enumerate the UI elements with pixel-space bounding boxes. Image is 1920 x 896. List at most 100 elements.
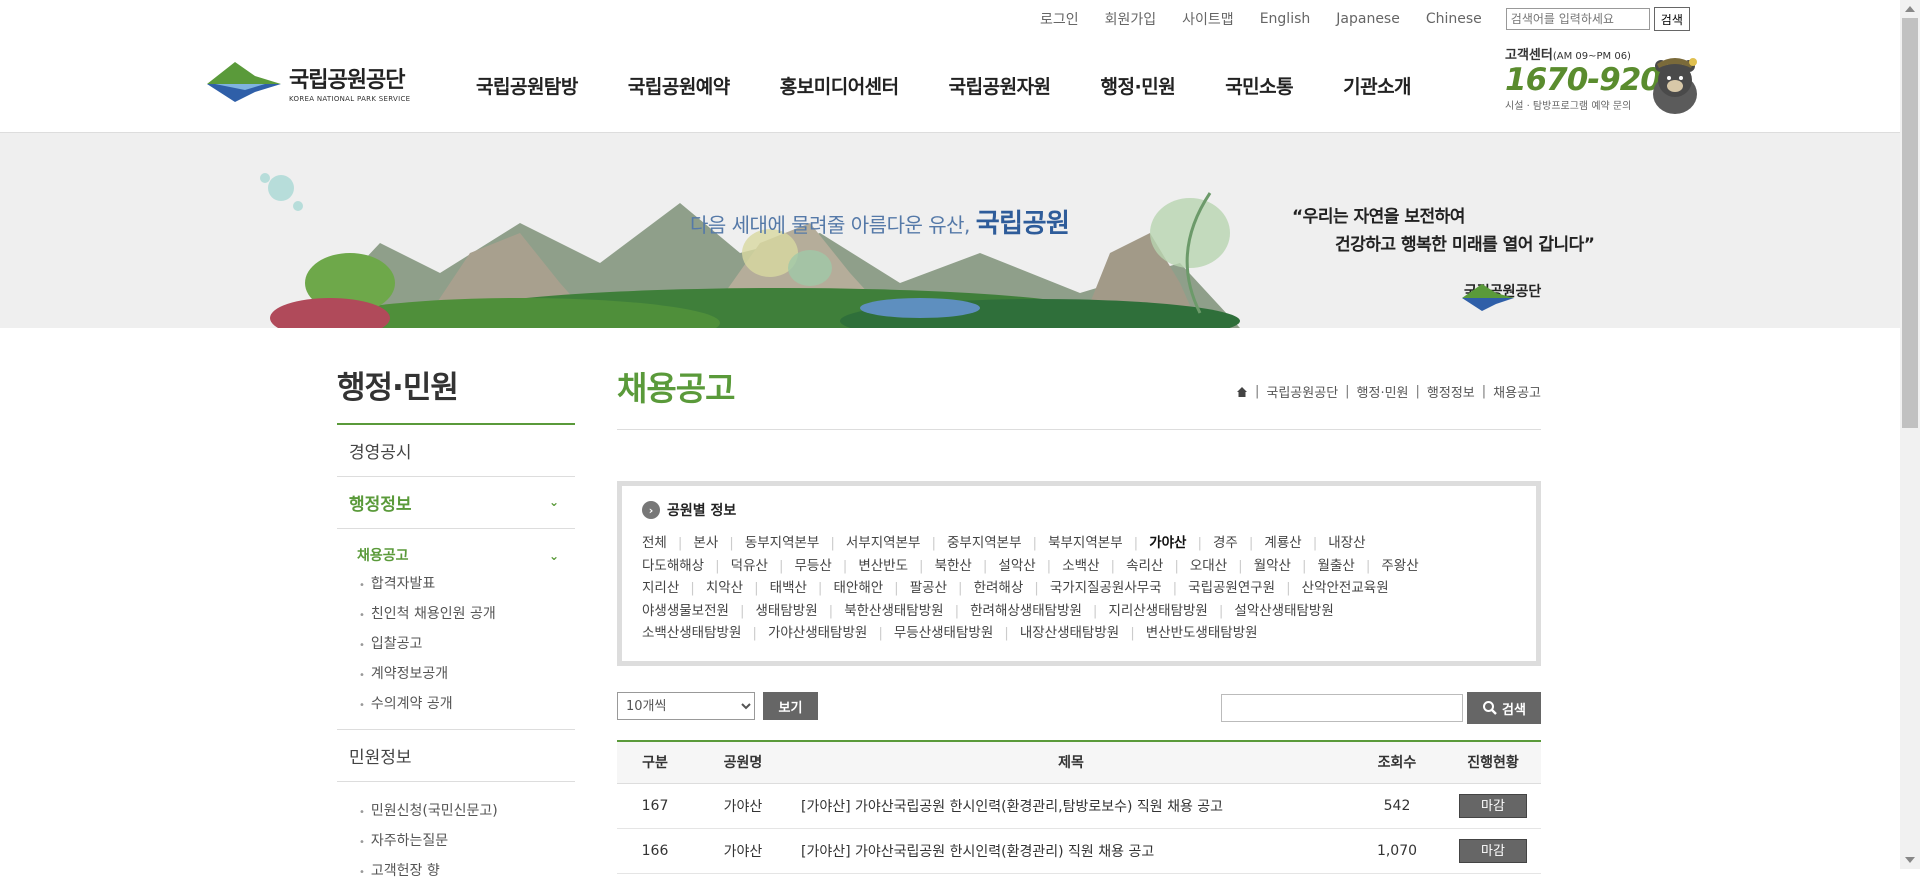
nav-park-visit[interactable]: 국립공원탐방 (476, 72, 578, 99)
home-icon[interactable] (1236, 386, 1248, 398)
park-filter-link[interactable]: 팔공산 (910, 577, 947, 600)
park-filter-link[interactable]: 치악산 (706, 577, 743, 600)
signup-link[interactable]: 회원가입 (1105, 9, 1157, 29)
sidebar-item-disclosure[interactable]: 경영공시 (337, 425, 575, 477)
breadcrumb-item[interactable]: 채용공고 (1493, 382, 1541, 401)
global-search-input[interactable] (1505, 8, 1650, 30)
page-scrollbar[interactable] (1900, 0, 1920, 869)
sidebar-item-civil[interactable]: 민원정보 (337, 730, 575, 782)
sidebar-sub-recruit[interactable]: 채용공고 ⌄ (357, 543, 575, 569)
row-title-link[interactable]: [가야산] 가야산국립공원 한시인력(환경관리) 직원 채용 공고 (793, 828, 1349, 874)
park-filter-link[interactable]: 덕유산 (731, 555, 768, 578)
park-filter-link[interactable]: 북한산생태탐방원 (844, 600, 943, 623)
park-filter-link[interactable]: 태안해안 (833, 577, 883, 600)
nav-park-reservation[interactable]: 국립공원예약 (628, 72, 730, 99)
park-filter-link[interactable]: 속리산 (1126, 555, 1163, 578)
page-size-select[interactable]: 10개씩 (617, 692, 755, 720)
park-filter-link[interactable]: 오대산 (1190, 555, 1227, 578)
park-filter-link[interactable]: 계룡산 (1264, 532, 1301, 555)
login-link[interactable]: 로그인 (1040, 9, 1079, 29)
park-filter-link[interactable]: 한려해상생태탐방원 (970, 600, 1082, 623)
sidebar-sub-private-contract[interactable]: 수의계약 공개 (357, 689, 575, 719)
park-filter-link[interactable]: 월출산 (1318, 555, 1355, 578)
park-filter-link[interactable]: 전체 (642, 532, 667, 555)
park-filter-link[interactable]: 야생생물보전원 (642, 600, 729, 623)
park-filter-link[interactable]: 월악산 (1254, 555, 1291, 578)
park-filter-link[interactable]: 가야산생태탐방원 (768, 622, 867, 645)
breadcrumb-item[interactable]: 행정정보 (1427, 382, 1475, 401)
breadcrumb-item[interactable]: 행정·민원 (1357, 382, 1409, 401)
park-filter-link[interactable]: 한려해상 (974, 577, 1024, 600)
park-filter-link[interactable]: 설악산생태탐방원 (1234, 600, 1333, 623)
table-row[interactable]: 167 가야산 [가야산] 가야산국립공원 한시인력(환경관리,탐방로보수) 직… (617, 783, 1541, 829)
sidebar-sub-recruit-label: 채용공고 (357, 548, 409, 564)
nav-communication[interactable]: 국민소통 (1225, 72, 1293, 99)
nav-park-resources[interactable]: 국립공원자원 (949, 72, 1051, 99)
search-icon (1483, 701, 1497, 715)
sidebar-sub-relatives[interactable]: 친인척 채용인원 공개 (357, 599, 575, 629)
scrollbar-thumb[interactable] (1902, 18, 1918, 428)
customer-center[interactable]: 고객센터(AM 09~PM 06) 1670-9201 시설 · 탐방프로그램 … (1505, 44, 1705, 114)
sidebar-sub-faq[interactable]: 자주하는질문 (357, 826, 575, 856)
park-filter-link[interactable]: 산악안전교육원 (1302, 577, 1389, 600)
scroll-up-arrow-icon[interactable] (1905, 6, 1915, 12)
park-filter-link[interactable]: 동부지역본부 (745, 532, 820, 555)
nav-media-center[interactable]: 홍보미디어센터 (780, 72, 899, 99)
park-filter-link[interactable]: 설악산 (998, 555, 1035, 578)
nav-admin-civil[interactable]: 행정·민원 (1101, 72, 1176, 99)
park-filter-link[interactable]: 소백산 (1062, 555, 1099, 578)
park-filter-link[interactable]: 국가지질공원사무국 (1050, 577, 1162, 600)
park-filter-link[interactable]: 가야산 (1149, 532, 1186, 555)
sitemap-link[interactable]: 사이트맵 (1182, 9, 1234, 29)
table-row[interactable]: 166 가야산 [가야산] 가야산국립공원 한시인력(환경관리) 직원 채용 공… (617, 828, 1541, 874)
nav-about[interactable]: 기관소개 (1343, 72, 1411, 99)
park-separator: | (919, 557, 924, 574)
sidebar-sub-charter[interactable]: 고객헌장 향 (357, 856, 575, 886)
board-search-button[interactable]: 검색 (1467, 692, 1541, 724)
park-filter-link[interactable]: 내장산 (1328, 532, 1365, 555)
park-separator: | (1218, 602, 1224, 619)
sidebar-sub-petition[interactable]: 민원신청(국민신문고) (357, 796, 575, 826)
park-filter-link[interactable]: 변산반도 (858, 555, 908, 578)
park-filter-link[interactable]: 태백산 (770, 577, 807, 600)
park-list-row: | 다도해해상 | 덕유산 | 무등산 | 변산반도 | 북한산 | 설악산 | 소백산 | 속리산 | 오대산 |… (642, 555, 1516, 578)
park-filter-link[interactable]: 무등산 (795, 555, 832, 578)
breadcrumb-item[interactable]: 국립공원공단 (1266, 382, 1338, 401)
col-header-park: 공원명 (693, 740, 793, 784)
sidebar-item-admin-info[interactable]: 행정정보 ⌄ (337, 477, 575, 529)
park-filter-link[interactable]: 국립공원연구원 (1188, 577, 1275, 600)
park-filter-link[interactable]: 내장산생태탐방원 (1020, 622, 1119, 645)
site-logo[interactable]: 국립공원공단 KOREA NATIONAL PARK SERVICE (205, 58, 410, 106)
park-filter-link[interactable]: 생태탐방원 (756, 600, 818, 623)
park-filter-link[interactable]: 지리산생태탐방원 (1108, 600, 1207, 623)
sidebar-sub-contract[interactable]: 계약정보공개 (357, 659, 575, 689)
sidebar-sub-bid[interactable]: 입찰공고 (357, 629, 575, 659)
board-search-input[interactable] (1221, 694, 1463, 722)
park-filter-link[interactable]: 소백산생태탐방원 (642, 622, 741, 645)
park-separator: | (754, 580, 759, 597)
park-separator: | (1133, 535, 1139, 551)
park-filter-link[interactable]: 서부지역본부 (846, 532, 921, 555)
park-filter-link[interactable]: 북한산 (935, 555, 972, 578)
row-title-link[interactable]: [가야산] 가야산국립공원 한시인력(환경관리,탐방로보수) 직원 채용 공고 (793, 783, 1349, 829)
chinese-link[interactable]: Chinese (1426, 11, 1482, 27)
park-filter-link[interactable]: 변산반도생태탐방원 (1146, 622, 1258, 645)
japanese-link[interactable]: Japanese (1336, 11, 1400, 27)
view-button[interactable]: 보기 (763, 692, 818, 720)
park-separator: | (739, 602, 745, 619)
park-filter-link[interactable]: 본사 (693, 532, 718, 555)
english-link[interactable]: English (1260, 11, 1311, 27)
col-header-views: 조회수 (1349, 740, 1445, 784)
scroll-down-arrow-icon[interactable] (1905, 857, 1915, 863)
list-controls: 10개씩 보기 검색 (617, 692, 1541, 724)
park-filter-link[interactable]: 무등산생태탐방원 (894, 622, 993, 645)
park-filter-link[interactable]: 중부지역본부 (947, 532, 1022, 555)
sidebar-sub-pass[interactable]: 합격자발표 (357, 569, 575, 599)
park-filter-link[interactable]: 북부지역본부 (1048, 532, 1123, 555)
sidebar-submenu: 채용공고 ⌄ 합격자발표 친인척 채용인원 공개 입찰공고 계약정보공개 수의계… (337, 529, 575, 730)
global-search-button[interactable]: 검색 (1653, 7, 1690, 31)
park-filter-link[interactable]: 다도해해상 (642, 555, 704, 578)
park-filter-link[interactable]: 지리산 (642, 577, 679, 600)
park-filter-link[interactable]: 경주 (1213, 532, 1238, 555)
park-filter-link[interactable]: 주왕산 (1381, 555, 1418, 578)
